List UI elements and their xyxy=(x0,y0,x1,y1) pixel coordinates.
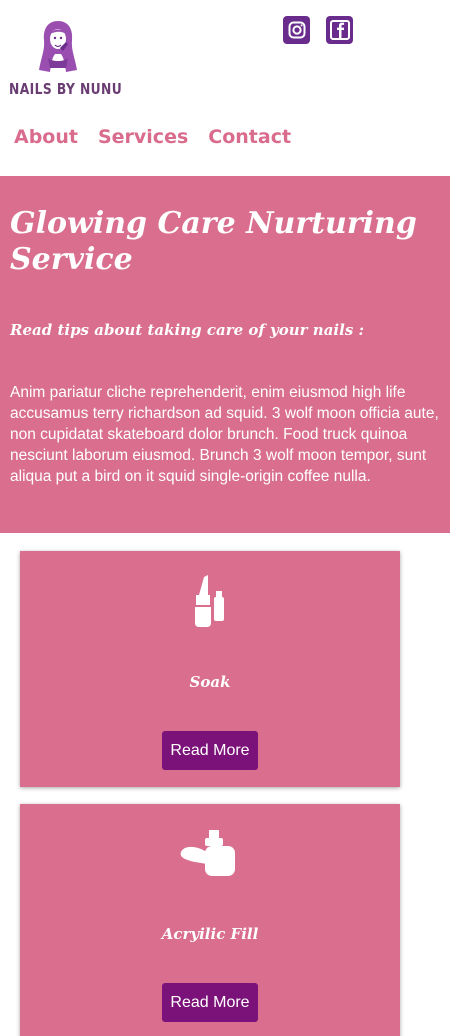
hero-section: Glowing Care Nurturing Service Read tips… xyxy=(0,176,450,533)
hero-body-text: Anim pariatur cliche reprehenderit, enim… xyxy=(10,384,439,485)
card-title: Acryilic Fill xyxy=(161,925,259,943)
social-links xyxy=(283,16,353,46)
instagram-icon[interactable] xyxy=(283,16,310,44)
hero-subtitle: Read tips about taking care of your nail… xyxy=(10,321,365,339)
nav-about[interactable]: About xyxy=(14,126,78,148)
read-more-button[interactable]: Read More xyxy=(162,731,258,770)
main-nav: About Services Contact xyxy=(14,126,291,148)
woman-portrait-icon xyxy=(39,21,77,72)
card-title: Soak xyxy=(189,673,231,691)
nail-polish-tipped-icon xyxy=(20,828,400,880)
read-more-button[interactable]: Read More xyxy=(162,983,258,1022)
service-card-acrylic-fill: Acryilic Fill Read More xyxy=(20,804,400,1036)
brand-name: NAILS BY NUNU xyxy=(9,80,123,98)
nail-polish-icon xyxy=(20,573,400,629)
nav-services[interactable]: Services xyxy=(98,126,188,148)
hero-title: Glowing Care Nurturing Service xyxy=(10,206,417,277)
service-card-soak: Soak Read More xyxy=(20,551,400,787)
nav-contact[interactable]: Contact xyxy=(208,126,291,148)
facebook-icon[interactable] xyxy=(326,16,353,44)
site-header: NAILS BY NUNU About Services Contact xyxy=(0,0,450,176)
